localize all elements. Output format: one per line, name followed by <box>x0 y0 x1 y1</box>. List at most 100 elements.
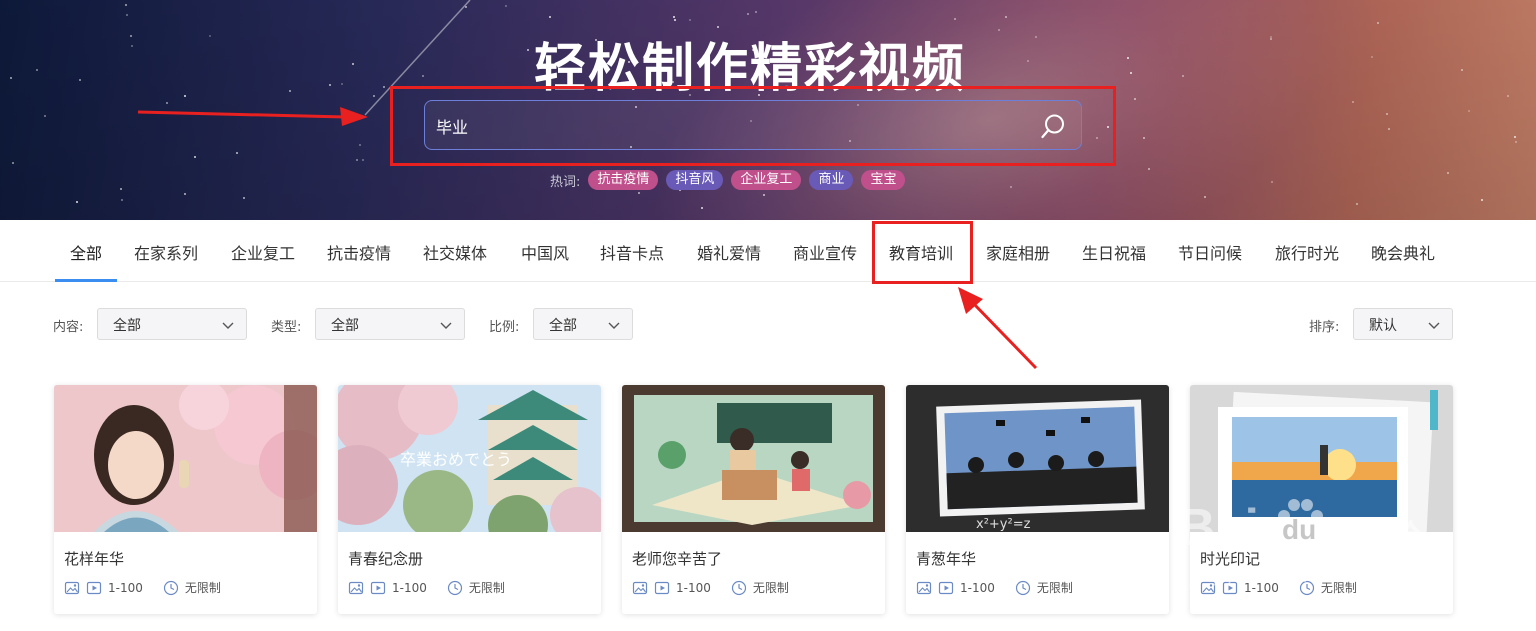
card-duration: 无限制 <box>1320 581 1357 595</box>
clock-icon <box>731 580 746 595</box>
card-duration: 无限制 <box>752 581 789 595</box>
star <box>638 192 640 194</box>
thumbnail <box>54 385 317 532</box>
star <box>1515 141 1517 143</box>
star <box>1204 196 1206 198</box>
content-filter-label: 内容: <box>53 320 84 335</box>
video-icon <box>654 581 670 594</box>
star <box>1514 136 1516 138</box>
star <box>1377 22 1379 24</box>
star <box>1481 199 1483 201</box>
star <box>1005 16 1007 18</box>
hot-tag[interactable]: 抖音风 <box>666 170 724 190</box>
image-icon <box>632 581 648 594</box>
tab-travel[interactable]: 旅行时光 <box>1275 240 1339 264</box>
card-range: 1-100 <box>108 580 143 595</box>
star <box>1143 137 1145 139</box>
star <box>689 19 691 21</box>
star <box>763 194 765 196</box>
star <box>701 207 703 209</box>
thumbnail <box>622 385 885 532</box>
star <box>1148 168 1150 170</box>
clock-icon <box>447 580 462 595</box>
tab-home-series[interactable]: 在家系列 <box>134 240 198 264</box>
sort-value: 默认 <box>1369 318 1397 334</box>
chevron-down-icon <box>222 322 234 329</box>
hot-tag[interactable]: 企业复工 <box>731 170 802 190</box>
tab-work-resumption[interactable]: 企业复工 <box>231 240 295 264</box>
hot-tag[interactable]: 宝宝 <box>861 170 906 190</box>
card-title: 花样年华 <box>64 550 125 568</box>
star <box>243 197 245 199</box>
template-card[interactable]: 时光印记 1-100 无限制 <box>1190 385 1453 614</box>
hot-words: 热词: 抗击疫情 抖音风 企业复工 商业 宝宝 <box>550 170 906 190</box>
template-card[interactable]: 卒業おめでとう 青春纪念册 1-100 无限制 <box>338 385 601 614</box>
clock-icon <box>1015 580 1030 595</box>
chevron-down-icon <box>440 322 452 329</box>
card-meta: 1-100 无限制 <box>64 579 221 596</box>
sort-select[interactable]: 默认 <box>1353 308 1453 340</box>
card-meta: 1-100 无限制 <box>348 579 505 596</box>
tab-birthday[interactable]: 生日祝福 <box>1082 240 1146 264</box>
card-title: 老师您辛苦了 <box>632 550 723 568</box>
search-highlight-box <box>390 86 1116 166</box>
thumb-overlay-text: 卒業おめでとう <box>400 450 512 469</box>
content-filter-select[interactable]: 全部 <box>97 308 247 340</box>
star <box>236 152 238 154</box>
sort-label: 排序: <box>1309 320 1340 335</box>
tab-wedding-love[interactable]: 婚礼爱情 <box>697 240 761 264</box>
tab-all[interactable]: 全部 <box>70 240 102 264</box>
tab-holiday-greetings[interactable]: 节日问候 <box>1178 240 1242 264</box>
chevron-down-icon <box>608 322 620 329</box>
tab-douyin-beat[interactable]: 抖音卡点 <box>600 240 664 264</box>
card-range: 1-100 <box>676 580 711 595</box>
arrow-up-icon <box>958 287 1038 370</box>
template-card[interactable]: x²+y²=z 青葱年华 1-100 无限制 <box>906 385 1169 614</box>
chevron-down-icon <box>1428 322 1440 329</box>
star <box>505 5 507 7</box>
hot-tag[interactable]: 抗击疫情 <box>588 170 659 190</box>
hot-tag[interactable]: 商业 <box>809 170 854 190</box>
star <box>1468 110 1470 112</box>
tab-family-album[interactable]: 家庭相册 <box>986 240 1050 264</box>
star <box>673 16 675 18</box>
image-icon <box>916 581 932 594</box>
star <box>1507 95 1509 97</box>
star <box>44 115 46 117</box>
tab-chinese-style[interactable]: 中国风 <box>521 240 569 264</box>
type-filter-label: 类型: <box>271 320 302 335</box>
card-meta: 1-100 无限制 <box>632 579 789 596</box>
image-icon <box>348 581 364 594</box>
star <box>1352 101 1354 103</box>
tab-gala[interactable]: 晚会典礼 <box>1371 240 1435 264</box>
template-card[interactable]: 老师您辛苦了 1-100 无限制 <box>622 385 885 614</box>
star <box>125 4 127 6</box>
star <box>184 193 186 195</box>
tab-fight-epidemic[interactable]: 抗击疫情 <box>327 240 391 264</box>
star <box>362 159 364 161</box>
card-title: 青葱年华 <box>916 550 977 568</box>
type-filter-select[interactable]: 全部 <box>315 308 465 340</box>
tab-social-media[interactable]: 社交媒体 <box>423 240 487 264</box>
card-range: 1-100 <box>960 580 995 595</box>
tab-business-promo[interactable]: 商业宣传 <box>793 240 857 264</box>
card-title: 青春纪念册 <box>348 550 424 568</box>
card-duration: 无限制 <box>1036 581 1073 595</box>
star <box>12 162 14 164</box>
star <box>76 201 78 203</box>
clock-icon <box>163 580 178 595</box>
star <box>747 13 749 15</box>
video-icon <box>370 581 386 594</box>
content-filter-value: 全部 <box>113 318 141 334</box>
template-card[interactable]: 花样年华 1-100 无限制 <box>54 385 317 614</box>
card-duration: 无限制 <box>468 581 505 595</box>
star <box>121 199 123 201</box>
star <box>120 188 122 190</box>
star <box>1447 172 1449 174</box>
thumbnail <box>1190 385 1453 532</box>
card-meta: 1-100 无限制 <box>916 579 1073 596</box>
category-bar: 全部 在家系列 企业复工 抗击疫情 社交媒体 中国风 抖音卡点 婚礼爱情 商业宣… <box>0 220 1536 282</box>
ratio-filter-select[interactable]: 全部 <box>533 308 633 340</box>
star <box>166 102 168 104</box>
video-icon <box>938 581 954 594</box>
